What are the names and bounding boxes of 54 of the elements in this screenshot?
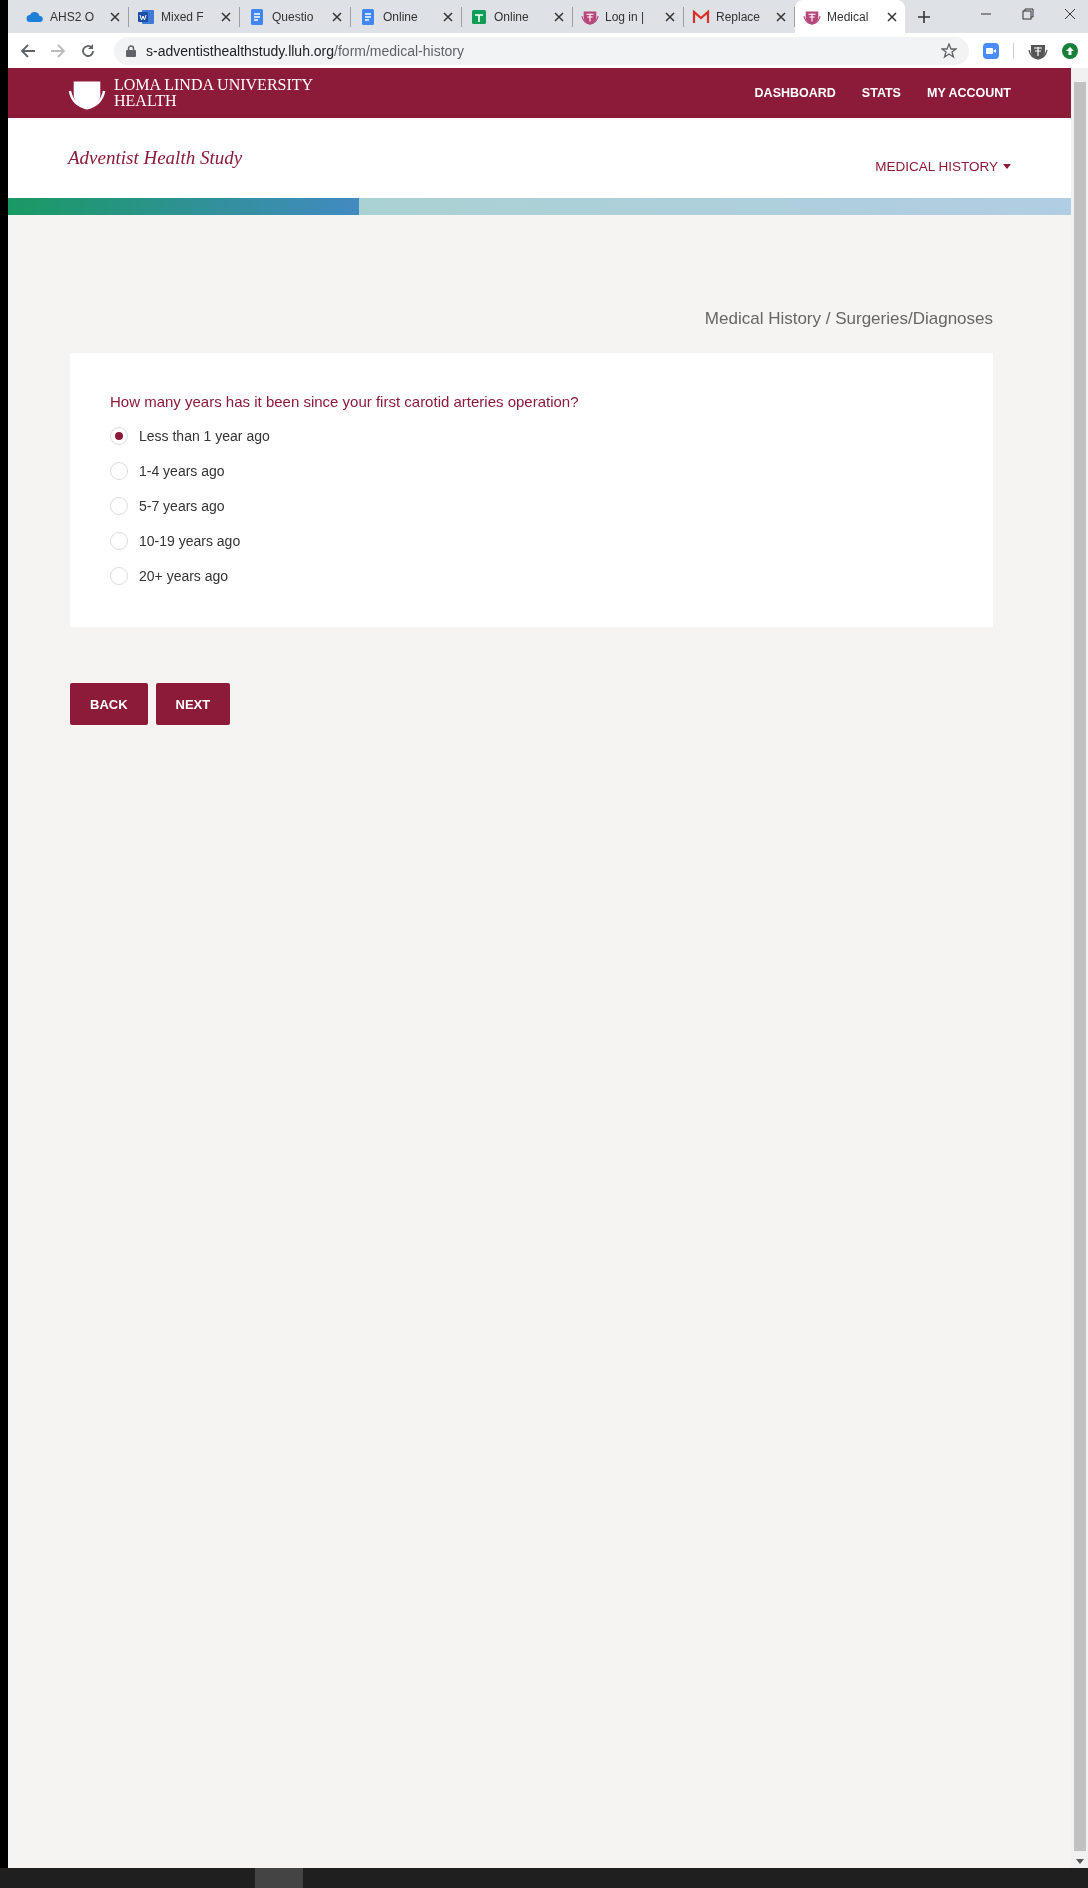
back-icon[interactable] <box>20 42 36 59</box>
restore-icon[interactable] <box>1022 8 1034 20</box>
document-icon <box>359 7 377 26</box>
option-label[interactable]: 10-19 years ago <box>139 532 241 549</box>
next-button[interactable]: NEXT <box>155 683 231 725</box>
video-camera-icon[interactable] <box>983 42 999 59</box>
star-icon[interactable] <box>941 42 957 59</box>
study-title: Adventist Health Study <box>68 147 243 169</box>
radio-button[interactable] <box>110 496 128 515</box>
close-icon[interactable] <box>110 11 120 22</box>
close-icon[interactable] <box>332 11 342 22</box>
close-icon[interactable] <box>887 11 897 22</box>
nav-link[interactable]: STATS <box>861 86 901 100</box>
mail-icon <box>692 7 710 26</box>
scrollbar[interactable] <box>1071 68 1088 1868</box>
caret-icon <box>1003 163 1011 169</box>
browser-tab[interactable]: Online <box>462 0 572 33</box>
reload-icon[interactable] <box>80 42 96 59</box>
radio-button[interactable] <box>110 566 128 585</box>
nav-link[interactable]: DASHBOARD <box>754 86 836 100</box>
document-icon <box>248 7 266 26</box>
new-tab-icon[interactable] <box>917 9 931 24</box>
close-icon[interactable] <box>443 11 453 22</box>
radio-button[interactable] <box>110 426 128 445</box>
nav-link[interactable]: MY ACCOUNT <box>926 86 1011 100</box>
close-icon[interactable] <box>221 11 231 22</box>
question-text: How many years has it been since your first carotid arteries operation? <box>110 393 580 410</box>
close-icon[interactable] <box>1064 8 1076 20</box>
close-icon[interactable] <box>554 11 564 22</box>
option-label[interactable]: 1-4 years ago <box>139 462 225 479</box>
radio-button[interactable] <box>110 461 128 480</box>
option-label[interactable]: Less than 1 year ago <box>139 427 270 444</box>
brand-name: LOMA LINDA UNIVERSITY HEALTH <box>114 77 314 109</box>
browser-tab[interactable]: AHS2 O <box>18 0 128 33</box>
back-button[interactable]: BACK <box>70 683 148 725</box>
browser-tab[interactable]: Mixed F <box>129 0 239 33</box>
browser-tab[interactable]: Medical <box>795 0 905 33</box>
option-label[interactable]: 20+ years ago <box>139 567 229 584</box>
browser-tab[interactable]: Replace <box>684 0 794 33</box>
address-bar[interactable]: s-adventisthealthstudy.lluh.org/form/medical-history <box>114 36 969 65</box>
browser-tab[interactable]: Online <box>351 0 461 33</box>
scroll-down-icon[interactable] <box>1075 1859 1084 1864</box>
option-label[interactable]: 5-7 years ago <box>139 497 225 514</box>
spreadsheet-icon <box>470 7 488 26</box>
section-menu[interactable]: MEDICAL HISTORY <box>875 142 1011 174</box>
lock-icon <box>126 44 136 57</box>
browser-tab[interactable]: Log in | <box>573 0 683 33</box>
upload-icon[interactable] <box>1062 42 1078 59</box>
close-icon[interactable] <box>665 11 675 22</box>
close-icon[interactable] <box>776 11 786 22</box>
radio-button[interactable] <box>110 531 128 550</box>
browser-tab[interactable]: Questio <box>240 0 350 33</box>
document-icon <box>137 7 155 26</box>
breadcrumb: Medical History / Surgeries/Diagnoses <box>704 309 993 329</box>
